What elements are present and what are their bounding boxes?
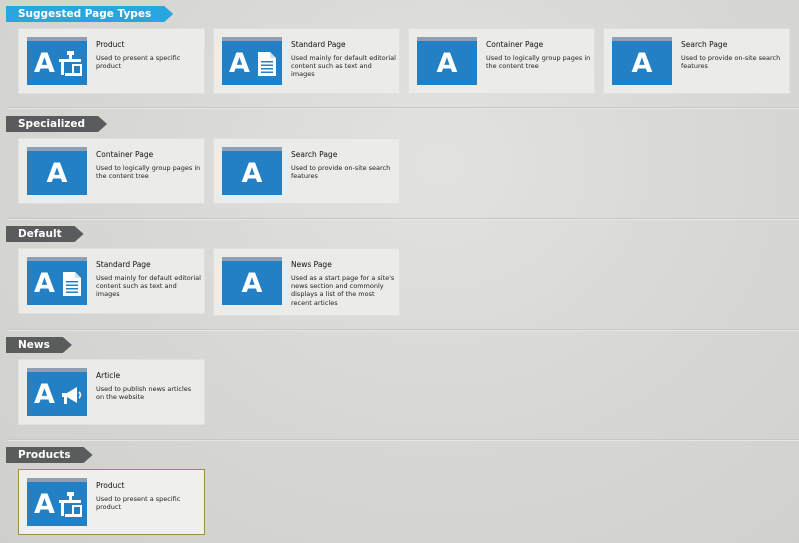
card-description: Used to logically group pages in the con… <box>96 164 201 181</box>
card-description: Used to publish news articles on the web… <box>96 385 192 402</box>
document-icon: A <box>222 37 282 85</box>
card-description: Used as a start page for a site's news s… <box>291 274 395 307</box>
page-type-card-container-page[interactable]: A Container Page Used to logically group… <box>409 29 594 93</box>
card-title: Standard Page <box>96 260 151 269</box>
page-type-card-standard-page[interactable]: A Standard Page Used mainly for default … <box>19 249 204 313</box>
card-description: Used to provide on-site search features <box>291 164 391 181</box>
page-type-card-standard-page[interactable]: A Standard Page Used mainly for default … <box>214 29 399 93</box>
page-type-card-news-page[interactable]: A News Page Used as a start page for a s… <box>214 249 399 315</box>
section-tag: Default <box>6 226 84 242</box>
letter-a-icon: A <box>222 257 282 305</box>
section-divider <box>8 439 799 440</box>
card-title: Search Page <box>681 40 728 49</box>
section-tag: Specialized <box>6 116 107 132</box>
document-icon: A <box>27 257 87 305</box>
card-title: Standard Page <box>291 40 346 49</box>
page-type-card-article[interactable]: A Article Used to publish news articles … <box>19 360 204 424</box>
page-type-card-product[interactable]: A Product Used to present a specific pro… <box>19 29 204 93</box>
card-title: Article <box>96 371 121 380</box>
card-description: Used mainly for default editorial conten… <box>291 54 396 79</box>
letter-a-icon: A <box>27 147 87 195</box>
section-divider <box>8 218 799 219</box>
card-description: Used to logically group pages in the con… <box>486 54 591 71</box>
letter-a-icon: A <box>612 37 672 85</box>
card-description: Used to provide on-site search features <box>681 54 781 71</box>
page-type-card-product-selected[interactable]: A Product Used to present a specific pro… <box>19 470 204 534</box>
section-tag: News <box>6 337 72 353</box>
section-divider <box>8 329 799 330</box>
letter-a-glyph: A <box>34 48 55 79</box>
card-description: Used mainly for default editorial conten… <box>96 274 201 299</box>
page-type-card-search-page[interactable]: A Search Page Used to provide on-site se… <box>214 139 399 203</box>
card-title: Product <box>96 40 125 49</box>
megaphone-icon: A <box>27 368 87 416</box>
section-tag: Suggested Page Types <box>6 6 173 22</box>
card-title: Container Page <box>486 40 544 49</box>
page-type-card-container-page[interactable]: A Container Page Used to logically group… <box>19 139 204 203</box>
product-icon: A <box>27 478 87 526</box>
page-type-card-search-page[interactable]: A Search Page Used to provide on-site se… <box>604 29 789 93</box>
card-title: Search Page <box>291 150 338 159</box>
letter-a-icon: A <box>222 147 282 195</box>
letter-a-glyph: A <box>229 48 250 79</box>
card-description: Used to present a specific product <box>96 54 181 71</box>
card-title: Container Page <box>96 150 154 159</box>
letter-a-icon: A <box>417 37 477 85</box>
card-title: Product <box>96 481 125 490</box>
card-title: News Page <box>291 260 332 269</box>
card-description: Used to present a specific product <box>96 495 181 512</box>
product-icon: A <box>27 37 87 85</box>
section-tag: Products <box>6 447 93 463</box>
section-divider <box>8 107 799 108</box>
